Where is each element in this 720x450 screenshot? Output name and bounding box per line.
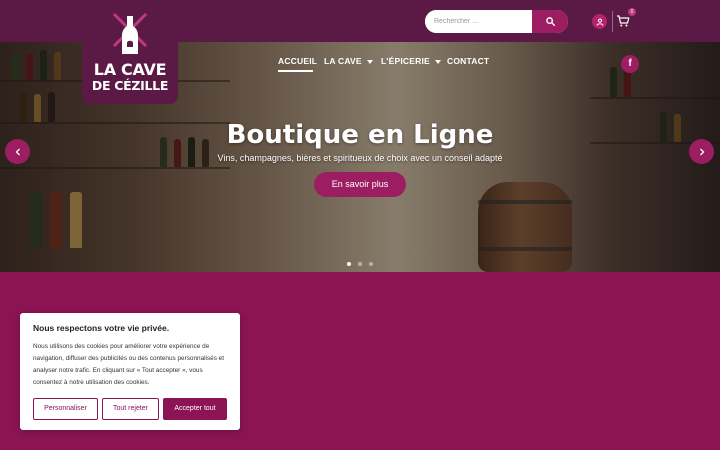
cookie-customize-button[interactable]: Personnaliser: [33, 398, 98, 420]
nav-item-la-cave[interactable]: LA CAVE: [324, 56, 373, 68]
caret-down-icon: [366, 59, 373, 64]
nav-active-underline: [278, 70, 313, 72]
search-input[interactable]: [425, 10, 532, 33]
search-icon: [545, 17, 555, 26]
header-divider: [612, 11, 613, 32]
chevron-right-icon: [699, 148, 704, 155]
cookie-title: Nous respectons votre vie privée.: [33, 323, 170, 333]
logo-text-line2: DE CÉZILLE: [91, 78, 169, 93]
cookie-reject-button[interactable]: Tout rejeter: [102, 398, 159, 420]
nav-item-label: ACCUEIL: [278, 56, 318, 66]
bottle-windmill-logo-icon: [112, 12, 148, 54]
nav-item-label: LA CAVE: [324, 56, 362, 66]
nav-item-epicerie[interactable]: L'ÉPICERIE: [381, 56, 441, 68]
cookie-accept-button[interactable]: Accepter tout: [163, 398, 227, 420]
cart-count-badge: 0: [628, 8, 636, 16]
slider-dot[interactable]: [347, 262, 351, 266]
cart-button[interactable]: [616, 14, 630, 28]
cookie-consent-banner: Nous respectons votre vie privée. Nous u…: [20, 313, 240, 430]
facebook-icon[interactable]: f: [621, 55, 639, 73]
cart-icon: [617, 15, 630, 27]
logo-text-line1: LA CAVE: [93, 60, 167, 79]
hero-cta-button[interactable]: En savoir plus: [314, 172, 406, 197]
user-icon: [595, 17, 604, 26]
caret-down-icon: [434, 59, 441, 64]
site-logo[interactable]: LA CAVE DE CÉZILLE: [82, 0, 178, 104]
search-bar: [425, 10, 568, 33]
cookie-text: Nous utilisons des cookies pour améliore…: [33, 343, 225, 386]
slider-dot[interactable]: [369, 262, 373, 266]
chevron-left-icon: [15, 148, 20, 155]
nav-item-label: L'ÉPICERIE: [381, 56, 430, 66]
search-button[interactable]: [532, 10, 568, 33]
slider-next-button[interactable]: [689, 139, 714, 164]
hero-title: Boutique en Ligne: [226, 120, 494, 150]
hero-subtitle: Vins, champagnes, bières et spiritueux d…: [217, 153, 503, 163]
slider-dot[interactable]: [358, 262, 362, 266]
slider-prev-button[interactable]: [5, 139, 30, 164]
nav-item-label: CONTACT: [447, 56, 490, 66]
account-button[interactable]: [592, 14, 607, 29]
nav-item-accueil[interactable]: ACCUEIL: [278, 56, 317, 68]
nav-item-contact[interactable]: CONTACT: [447, 56, 489, 68]
